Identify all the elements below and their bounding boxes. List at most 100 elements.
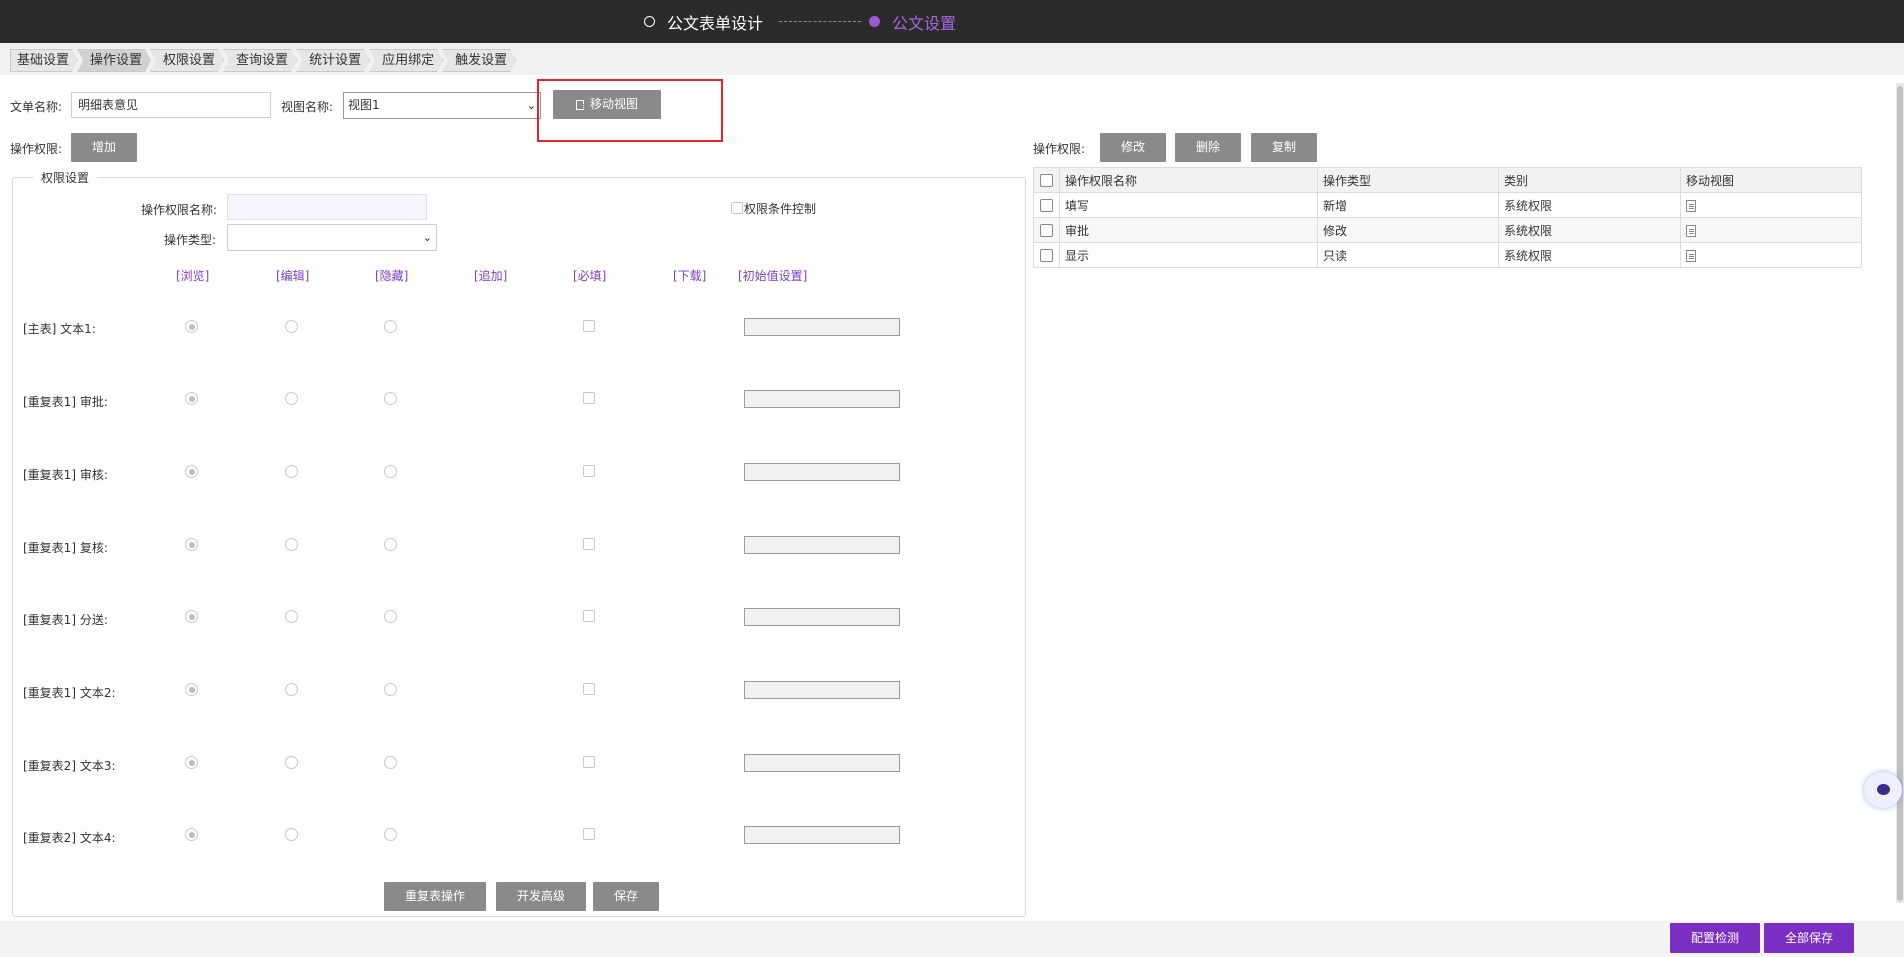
document-icon[interactable]	[1686, 249, 1696, 262]
hide-radio[interactable]	[384, 392, 397, 405]
hide-radio[interactable]	[384, 538, 397, 551]
edit-radio[interactable]	[285, 538, 298, 551]
col-initial-value[interactable]: [初始值设置]	[738, 267, 807, 284]
col-hide[interactable]: [隐藏]	[375, 267, 408, 284]
view-name-select[interactable]: 视图1 ⌄	[343, 92, 541, 119]
tab-operation[interactable]: 操作设置	[77, 49, 151, 72]
category-cell: 系统权限	[1498, 242, 1681, 268]
required-checkbox[interactable]	[583, 392, 595, 404]
initial-value-input[interactable]	[744, 390, 900, 408]
tab-statistics[interactable]: 统计设置	[296, 49, 370, 72]
row-select-cell	[1033, 192, 1060, 218]
hide-radio[interactable]	[384, 320, 397, 333]
condition-checkbox[interactable]	[731, 202, 743, 214]
tab-permission[interactable]: 权限设置	[150, 49, 224, 72]
op-type-cell: 新增	[1317, 192, 1499, 218]
select-all-cell	[1033, 167, 1060, 193]
save-button[interactable]: 保存	[593, 882, 659, 911]
row-checkbox[interactable]	[1040, 224, 1053, 237]
op-type-select[interactable]: ⌄	[227, 224, 437, 251]
save-all-button[interactable]: 全部保存	[1764, 923, 1854, 953]
initial-value-input[interactable]	[744, 463, 900, 481]
initial-value-input[interactable]	[744, 318, 900, 336]
modify-button[interactable]: 修改	[1100, 133, 1166, 162]
tab-basic[interactable]: 基础设置	[10, 49, 78, 72]
row-select-cell	[1033, 242, 1060, 268]
edit-radio[interactable]	[285, 683, 298, 696]
document-icon[interactable]	[1686, 224, 1696, 237]
row-label: [重复表1] 复核:	[23, 541, 108, 555]
col-op-type: 操作类型	[1317, 167, 1499, 193]
perm-name-cell: 审批	[1059, 217, 1318, 243]
doc-name-label: 文单名称:	[10, 100, 63, 114]
required-checkbox[interactable]	[583, 320, 595, 332]
browse-radio[interactable]	[185, 538, 198, 551]
edit-radio[interactable]	[285, 320, 298, 333]
browse-radio[interactable]	[185, 610, 198, 623]
assistant-bot-icon[interactable]	[1864, 772, 1902, 808]
tab-app-binding[interactable]: 应用绑定	[369, 49, 443, 72]
col-download[interactable]: [下载]	[673, 267, 706, 284]
table-row[interactable]: 填写 新增 系统权限	[1033, 192, 1862, 218]
move-view-button[interactable]: 移动视图	[553, 90, 661, 119]
perm-name-cell: 显示	[1059, 242, 1318, 268]
browse-radio[interactable]	[185, 320, 198, 333]
required-checkbox[interactable]	[583, 465, 595, 477]
select-all-checkbox[interactable]	[1040, 174, 1053, 187]
required-checkbox[interactable]	[583, 683, 595, 695]
table-row[interactable]: 审批 修改 系统权限	[1033, 217, 1862, 243]
required-checkbox[interactable]	[583, 538, 595, 550]
copy-button[interactable]: 复制	[1251, 133, 1317, 162]
browse-radio[interactable]	[185, 465, 198, 478]
browse-radio[interactable]	[185, 683, 198, 696]
repeat-table-op-button[interactable]: 重复表操作	[384, 882, 486, 911]
row-label: [重复表1] 审核:	[23, 468, 108, 482]
perm-name-input[interactable]	[227, 194, 427, 220]
required-checkbox[interactable]	[583, 828, 595, 840]
hide-radio[interactable]	[384, 465, 397, 478]
hide-radio[interactable]	[384, 683, 397, 696]
row-checkbox[interactable]	[1040, 249, 1053, 262]
step-form-design[interactable]: 公文表单设计	[644, 0, 763, 43]
edit-radio[interactable]	[285, 828, 298, 841]
row-checkbox[interactable]	[1040, 199, 1053, 212]
edit-radio[interactable]	[285, 392, 298, 405]
col-browse[interactable]: [浏览]	[176, 267, 209, 284]
edit-radio[interactable]	[285, 610, 298, 623]
row-label: [重复表2] 文本3:	[23, 759, 116, 773]
document-icon[interactable]	[1686, 199, 1696, 212]
initial-value-input[interactable]	[744, 826, 900, 844]
dev-advanced-button[interactable]: 开发高级	[496, 882, 586, 911]
doc-name-input[interactable]: 明细表意见	[71, 92, 271, 118]
tab-query[interactable]: 查询设置	[223, 49, 297, 72]
tab-trigger[interactable]: 触发设置	[442, 49, 516, 72]
initial-value-input[interactable]	[744, 536, 900, 554]
delete-button[interactable]: 删除	[1175, 133, 1241, 162]
step-circle-icon	[644, 16, 655, 27]
hide-radio[interactable]	[384, 828, 397, 841]
step-doc-settings[interactable]: 公文设置	[869, 0, 956, 43]
col-append[interactable]: [追加]	[474, 267, 507, 284]
edit-radio[interactable]	[285, 756, 298, 769]
initial-value-input[interactable]	[744, 681, 900, 699]
row-label: [重复表2] 文本4:	[23, 831, 116, 845]
initial-value-input[interactable]	[744, 608, 900, 626]
col-edit[interactable]: [编辑]	[276, 267, 309, 284]
row-label: [重复表1] 分送:	[23, 613, 108, 627]
add-button[interactable]: 增加	[71, 133, 137, 162]
required-checkbox[interactable]	[583, 756, 595, 768]
col-required[interactable]: [必填]	[573, 267, 606, 284]
hide-radio[interactable]	[384, 610, 397, 623]
edit-radio[interactable]	[285, 465, 298, 478]
browse-radio[interactable]	[185, 756, 198, 769]
browse-radio[interactable]	[185, 392, 198, 405]
config-check-button[interactable]: 配置检测	[1670, 923, 1760, 953]
browse-radio[interactable]	[185, 828, 198, 841]
required-checkbox[interactable]	[583, 610, 595, 622]
view-name-value: 视图1	[348, 98, 380, 112]
hide-radio[interactable]	[384, 756, 397, 769]
initial-value-input[interactable]	[744, 754, 900, 772]
table-row[interactable]: 显示 只读 系统权限	[1033, 242, 1862, 268]
condition-label: 权限条件控制	[744, 202, 817, 216]
move-view-cell	[1680, 192, 1862, 218]
